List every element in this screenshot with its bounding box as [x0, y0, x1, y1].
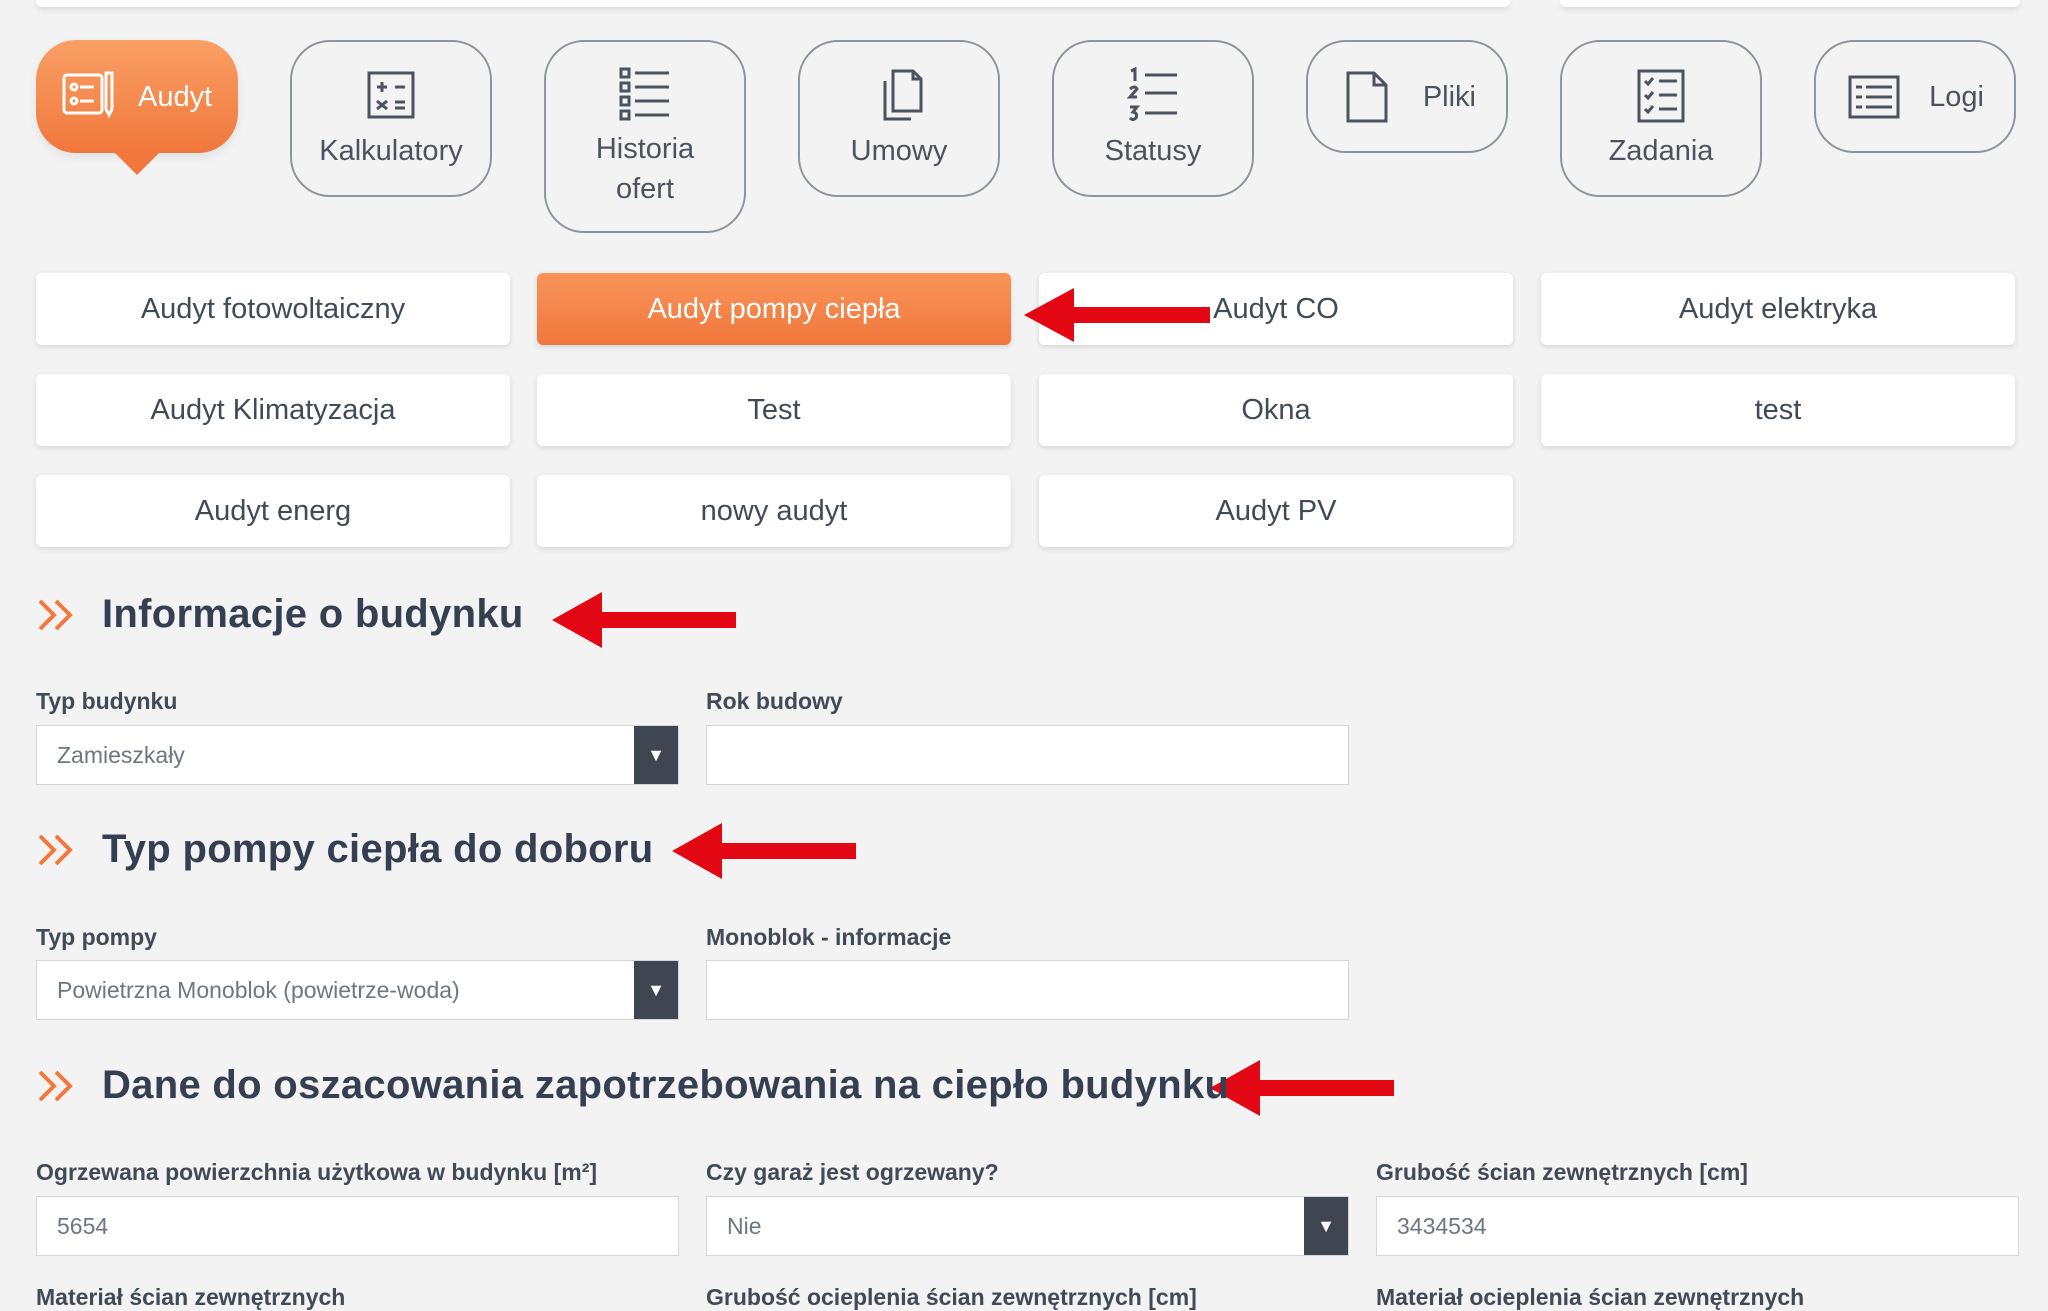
nav-tile-label: Statusy	[1104, 134, 1202, 167]
audit-btn-energ[interactable]: Audyt energ	[36, 475, 510, 547]
nav-tile-pliki[interactable]: Pliki	[1306, 40, 1508, 153]
double-chevron-icon	[38, 834, 73, 865]
annotation-arrow	[672, 823, 856, 879]
pump-type-label: Typ pompy	[36, 924, 157, 950]
nav-tile-historia-ofert[interactable]: Historia ofert	[544, 40, 746, 233]
audit-btn-pompy-ciepla[interactable]: Audyt pompy ciepła	[537, 273, 1011, 345]
build-year-input[interactable]	[706, 725, 1349, 785]
audit-btn-test[interactable]: Test	[537, 374, 1011, 446]
audit-btn-elektryka[interactable]: Audyt elektryka	[1541, 273, 2015, 345]
nav-tile-label: Logi	[1929, 80, 1984, 113]
audit-btn-nowy[interactable]: nowy audyt	[537, 475, 1011, 547]
audit-btn-klimatyzacja[interactable]: Audyt Klimatyzacja	[36, 374, 510, 446]
nav-tile-statusy[interactable]: Statusy	[1052, 40, 1254, 197]
audit-btn-pv[interactable]: Audyt PV	[1039, 475, 1513, 547]
garage-heated-label: Czy garaż jest ogrzewany?	[706, 1159, 999, 1185]
nav-tile-logi[interactable]: Logi	[1814, 40, 2016, 153]
checklist-icon	[1637, 69, 1685, 122]
nav-tile-label: Historia ofert	[596, 129, 694, 209]
audit-btn-okna[interactable]: Okna	[1039, 374, 1513, 446]
list-icon	[619, 67, 669, 120]
monoblock-info-label: Monoblok - informacje	[706, 924, 952, 950]
caret-down-icon[interactable]: ▼	[1304, 1197, 1348, 1255]
caret-down-icon[interactable]: ▼	[634, 726, 678, 784]
nav-tile-kalkulatory[interactable]: Kalkulatory	[290, 40, 492, 197]
section-heading-demand: Dane do oszacowania zapotrzebowania na c…	[36, 1063, 1229, 1108]
select-value: Zamieszkały	[57, 741, 185, 768]
nav-tile-label: Kalkulatory	[319, 134, 463, 167]
audit-btn-test-2[interactable]: test	[1541, 374, 2015, 446]
pump-type-select[interactable]: Powietrzna Monoblok (powietrze-woda) ▼	[36, 960, 679, 1020]
nav-tile-label: Zadania	[1608, 134, 1714, 167]
wall-thickness-input[interactable]: 3434534	[1376, 1196, 2019, 1256]
section-heading-pump: Typ pompy ciepła do doboru	[36, 827, 654, 872]
building-type-label: Typ budynku	[36, 688, 178, 714]
section-title: Dane do oszacowania zapotrzebowania na c…	[102, 1063, 1230, 1107]
log-icon	[1848, 75, 1900, 118]
section-heading-building: Informacje o budynku	[36, 592, 524, 637]
nav-tile-label: Audyt	[138, 80, 213, 113]
nav-tile-audyt[interactable]: Audyt	[36, 40, 238, 153]
top-panel-right	[1560, 0, 2020, 7]
top-panel-left	[36, 0, 1510, 7]
numbered-list-icon	[1126, 66, 1177, 121]
heated-area-input[interactable]: 5654	[36, 1196, 679, 1256]
audit-btn-fotowoltaiczny[interactable]: Audyt fotowoltaiczny	[36, 273, 510, 345]
audit-icon	[62, 71, 114, 118]
section-title: Typ pompy ciepła do doboru	[102, 827, 654, 871]
select-value: Nie	[727, 1212, 762, 1239]
nav-tile-label-line2: ofert	[615, 172, 675, 205]
caret-down-icon[interactable]: ▼	[634, 961, 678, 1019]
calculator-icon	[367, 71, 415, 118]
heated-area-label: Ogrzewana powierzchnia użytkowa w budynk…	[36, 1159, 598, 1185]
wall-thickness-label: Grubość ścian zewnętrznych [cm]	[1376, 1159, 1748, 1185]
double-chevron-icon	[38, 599, 73, 630]
nav-tile-label: Pliki	[1422, 80, 1476, 113]
section-title: Informacje o budynku	[102, 592, 524, 636]
select-value: Powietrzna Monoblok (powietrze-woda)	[57, 976, 460, 1003]
nav-tile-zadania[interactable]: Zadania	[1560, 40, 1762, 197]
building-type-select[interactable]: Zamieszkały ▼	[36, 725, 679, 785]
build-year-label: Rok budowy	[706, 688, 843, 714]
double-chevron-icon	[38, 1070, 73, 1101]
nav-tile-label-line1: Historia	[595, 132, 695, 165]
garage-heated-select[interactable]: Nie ▼	[706, 1196, 1349, 1256]
monoblock-info-input[interactable]	[706, 960, 1349, 1020]
annotation-arrow	[1024, 288, 1210, 342]
documents-icon	[883, 69, 923, 120]
nav-tile-umowy[interactable]: Umowy	[798, 40, 1000, 197]
file-icon	[1346, 71, 1388, 122]
annotation-arrow	[1210, 1060, 1394, 1116]
nav-tile-label: Umowy	[850, 134, 948, 167]
annotation-arrow	[552, 592, 736, 648]
